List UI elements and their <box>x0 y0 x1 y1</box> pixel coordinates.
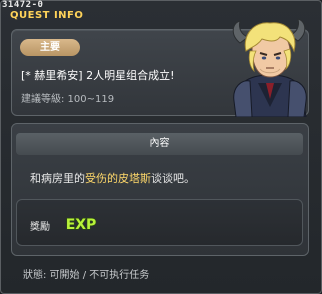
content-header: 內容 <box>16 133 303 155</box>
exp-icon: EXP <box>65 216 97 233</box>
quest-name: [* 赫里希安] 2人明星组合成立! <box>21 69 175 82</box>
window-title: QUEST INFO <box>10 10 84 21</box>
quest-status: 狀態: 可開始 / 不可执行任务 <box>23 270 150 281</box>
recommended-level: 建議等級: 100~119 <box>21 94 115 105</box>
reward-label: 獎勵 <box>30 222 50 233</box>
quest-description: 和病房里的受伤的皮塔斯谈谈吧。 <box>30 170 195 186</box>
description-text-end: 谈谈吧。 <box>151 172 195 185</box>
quest-type-badge: 主要 <box>20 39 80 56</box>
reward-box <box>16 199 303 246</box>
npc-portrait <box>232 18 307 117</box>
exp-icon-label: EXP <box>66 217 97 233</box>
npc-name-link[interactable]: 受伤的皮塔斯 <box>85 172 151 185</box>
description-text-start: 和病房里的 <box>30 172 85 185</box>
quest-id: 31472-0 <box>2 0 44 10</box>
